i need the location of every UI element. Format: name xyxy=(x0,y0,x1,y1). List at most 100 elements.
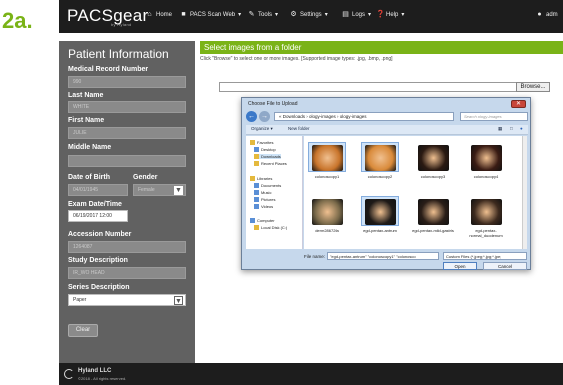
file-thumbnail[interactable] xyxy=(467,196,505,226)
file-thumbnail[interactable] xyxy=(414,142,452,172)
file-name-input[interactable]: "egd-pentax-antrum" "colonoscopy1" "colo… xyxy=(327,252,439,260)
help-icon[interactable]: ● xyxy=(520,126,523,131)
patient-info-panel: Patient Information Medical Record Numbe… xyxy=(59,41,195,363)
first-name-field[interactable]: JULIE xyxy=(68,127,186,139)
nav-documents-label: Documents xyxy=(261,183,282,188)
mrn-field[interactable]: 990 xyxy=(68,76,186,88)
file-grid-scrollbar[interactable] xyxy=(522,136,527,249)
upload-instructions: Click "Browse" to select one or more ima… xyxy=(200,56,393,62)
desktop-icon xyxy=(254,147,259,152)
dob-field[interactable]: 04/01/1945 xyxy=(68,184,128,196)
study-label: Study Description xyxy=(68,257,128,264)
file-chooser-dialog: Choose File to Upload ✕ ← → « Downloads … xyxy=(241,97,531,270)
chevron-down-icon: ▾ xyxy=(324,12,328,18)
file-thumbnail[interactable] xyxy=(414,196,452,226)
series-select[interactable]: Paper ▼ xyxy=(68,294,186,306)
organize-button[interactable]: Organize ▾ xyxy=(251,126,273,132)
nav-tools[interactable]: ✎ Tools ▾ xyxy=(248,11,278,18)
dialog-title: Choose File to Upload xyxy=(248,101,298,107)
file-name: egd-pentax-mild-gastris xyxy=(412,228,454,233)
middle-name-field[interactable] xyxy=(68,155,186,167)
nav-logs[interactable]: ▤ Logs ▾ xyxy=(342,11,371,18)
brand-name: PACSgear xyxy=(67,6,149,25)
preview-pane-icon[interactable]: □ xyxy=(510,126,513,131)
exam-label: Exam Date/Time xyxy=(68,201,122,208)
nav-local-disk[interactable]: Local Disk (C:) xyxy=(254,225,287,230)
dob-label: Date of Birth xyxy=(68,174,110,181)
nav-pictures[interactable]: Pictures xyxy=(254,197,275,202)
nav-computer[interactable]: Computer xyxy=(250,218,275,223)
file-thumbnail[interactable] xyxy=(361,142,399,172)
dialog-close-button[interactable]: ✕ xyxy=(511,100,526,108)
view-options-icon[interactable]: ▦ xyxy=(498,126,502,132)
study-field[interactable]: IR_WO HEAD xyxy=(68,267,186,279)
nav-logs-label: Logs xyxy=(352,11,366,18)
nav-user[interactable]: ● adm xyxy=(536,11,558,18)
new-folder-button[interactable]: New folder xyxy=(288,126,310,131)
image-preview xyxy=(312,199,343,225)
nav-local-disk-label: Local Disk (C:) xyxy=(261,225,288,230)
documents-icon xyxy=(254,183,259,188)
file-thumbnail[interactable] xyxy=(361,196,399,226)
nav-user-label: adm xyxy=(546,11,558,18)
file-name: derm28672fa xyxy=(315,228,339,233)
file-grid: colonoscopy1 colonoscopy2 colonoscopy3 colo… xyxy=(304,136,526,249)
file-thumbnail[interactable] xyxy=(467,142,505,172)
browse-button[interactable]: Browse... xyxy=(516,82,550,92)
chevron-down-icon: ▼ xyxy=(174,185,183,195)
image-preview xyxy=(471,145,502,171)
footer-copyright: ©2018 - All rights reserved. xyxy=(78,376,127,381)
disk-icon xyxy=(254,225,259,230)
cancel-button[interactable]: Cancel xyxy=(483,262,527,270)
file-path-input[interactable] xyxy=(219,82,550,92)
nav-libraries[interactable]: Libraries xyxy=(250,176,272,181)
nav-videos[interactable]: Videos xyxy=(254,204,273,209)
nav-settings[interactable]: ⚙ Settings ▾ xyxy=(290,11,328,18)
middle-name-label: Middle Name xyxy=(68,144,112,151)
dialog-toolbar: Organize ▾ New folder ▦ □ ● xyxy=(246,125,528,135)
nav-desktop[interactable]: Desktop xyxy=(254,147,276,152)
clear-button[interactable]: Clear xyxy=(68,324,98,337)
image-preview xyxy=(365,199,396,225)
path-breadcrumb[interactable]: « Downloads › ology-images › ology-image… xyxy=(274,112,454,121)
file-type-select[interactable]: Custom Files (*.jpeg;*.jpg;*.jpe; xyxy=(443,252,527,260)
chevron-down-icon: ▼ xyxy=(174,295,183,305)
nav-favorites[interactable]: Favorites xyxy=(250,140,273,145)
nav-pacs-scan-web[interactable]: ■ PACS Scan Web ▾ xyxy=(180,11,241,18)
nav-downloads[interactable]: Downloads xyxy=(254,154,281,159)
exam-datetime-field[interactable]: 06/19/2017 12:00 xyxy=(68,210,128,222)
chevron-down-icon: ▾ xyxy=(401,12,405,18)
first-name-label: First Name xyxy=(68,117,105,124)
nav-recent[interactable]: Recent Places xyxy=(254,161,287,166)
user-icon: ● xyxy=(537,11,542,18)
image-preview xyxy=(365,145,396,171)
last-name-field[interactable]: WHITE xyxy=(68,101,186,113)
image-preview xyxy=(312,145,343,171)
nav-home[interactable]: ⌂ Home xyxy=(146,11,172,18)
forward-arrow-icon[interactable]: → xyxy=(259,111,270,122)
nav-pictures-label: Pictures xyxy=(261,197,276,202)
gender-select[interactable]: Female ▼ xyxy=(133,184,186,196)
search-input[interactable]: Search ology-images xyxy=(460,112,528,121)
gear-icon: ⚙ xyxy=(290,11,297,18)
file-name: colonoscopy1 xyxy=(314,174,340,179)
help-icon: ❓ xyxy=(376,11,385,18)
camera-icon: ■ xyxy=(181,11,186,18)
back-arrow-icon[interactable]: ← xyxy=(246,111,257,122)
accession-field[interactable]: 1264087 xyxy=(68,241,186,253)
nav-documents[interactable]: Documents xyxy=(254,183,281,188)
nav-music[interactable]: Music xyxy=(254,190,271,195)
nav-help[interactable]: ❓ Help ▾ xyxy=(376,11,404,18)
brand-logo[interactable]: PACSgear by Hyland xyxy=(67,6,149,27)
address-bar: ← → « Downloads › ology-images › ology-i… xyxy=(246,111,528,122)
file-thumbnail[interactable] xyxy=(308,142,346,172)
chevron-down-icon: ▾ xyxy=(238,12,242,18)
music-icon xyxy=(254,190,259,195)
file-thumbnail[interactable] xyxy=(308,196,346,226)
panel-title: Patient Information xyxy=(68,47,169,61)
open-button[interactable]: Open xyxy=(443,262,477,270)
upload-panel-header: Select images from a folder xyxy=(200,41,563,54)
nav-pacs-scan-web-label: PACS Scan Web xyxy=(190,11,236,18)
folder-icon xyxy=(254,161,259,166)
hyland-logo-icon xyxy=(64,369,74,379)
